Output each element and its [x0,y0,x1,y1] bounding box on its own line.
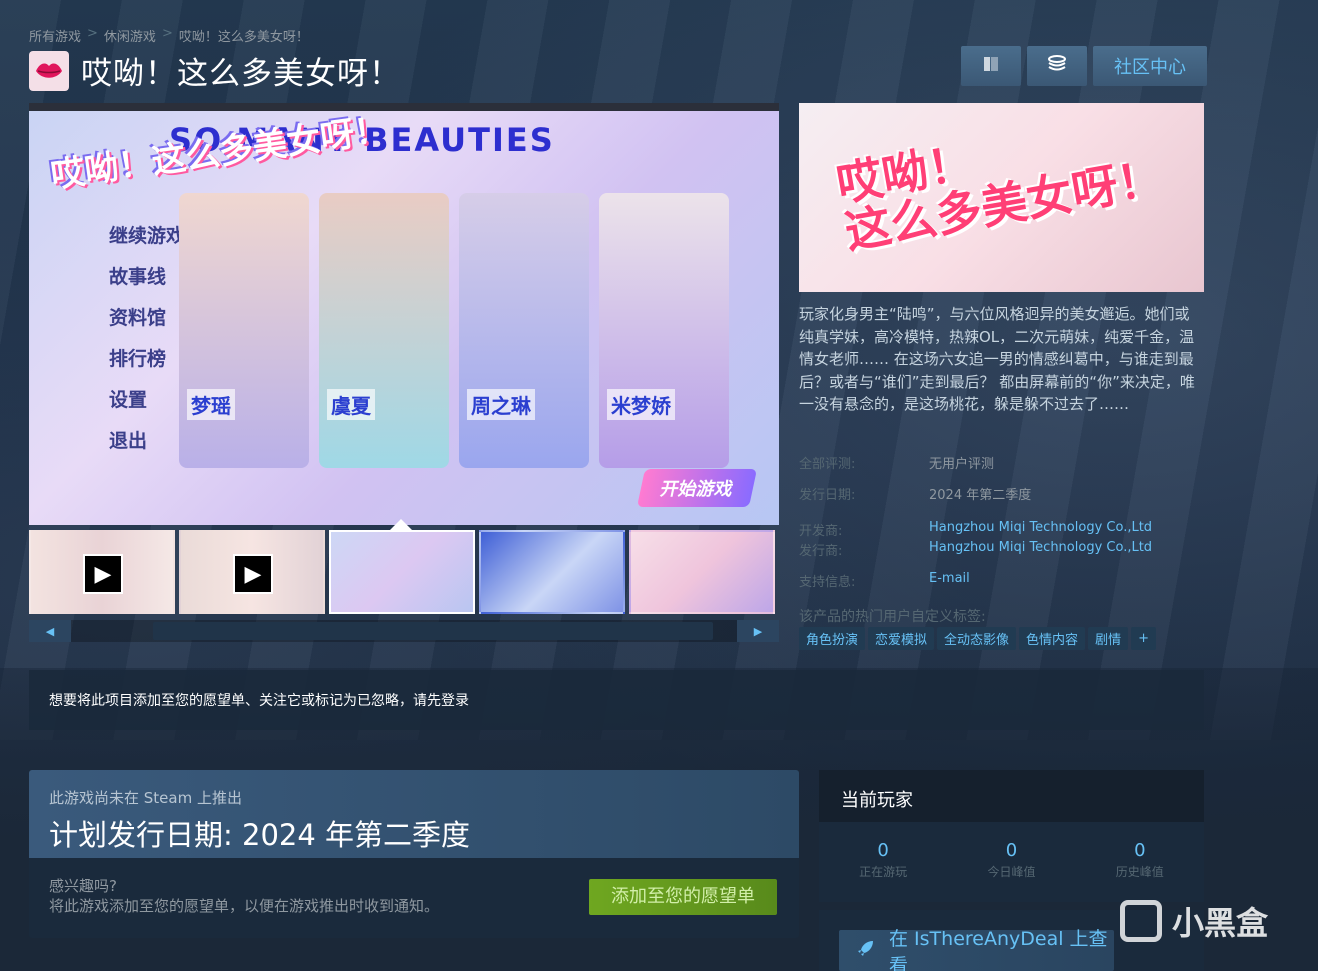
top-buttons: 社区中心 [961,46,1207,86]
screenshot-thumbnail[interactable] [629,530,775,614]
selected-thumbnail-indicator [390,519,412,530]
title-row: 哎呦！这么多美女呀！ [29,48,401,93]
tag-list: 角色扮演 恋爱模拟 全动态影像 色情内容 剧情 + [799,627,1156,650]
tags-title: 该产品的热门用户自定义标签: [799,609,986,625]
game-description: 玩家化身男主“陆鸣”，与六位风格迥异的美女邂逅。她们或纯真学妹，高冷模特，热辣O… [799,305,1195,413]
stat-value: 0 [1005,840,1018,861]
stat-label: 今日峰值 [987,865,1036,879]
header-capsule-image: 哎呦！ 这么多美女呀！ [799,103,1204,292]
add-tag-button[interactable]: + [1131,627,1156,650]
scrollbar-handle[interactable] [153,622,713,640]
screenshot-thumbnail[interactable] [479,530,625,614]
character-name: 梦瑶 [187,389,235,420]
breadcrumb-current[interactable]: 哎呦！这么多美女呀！ [179,26,309,45]
breadcrumb-casual[interactable]: 休闲游戏 [104,26,156,45]
play-icon: ▶ [233,554,273,594]
lips-icon [29,50,69,91]
isthereanydeal-button[interactable]: 在 IsThereAnyDeal 上查看 [839,928,1114,971]
tag-item[interactable]: 角色扮演 [799,627,866,650]
menu-continue: 继续游戏 [109,225,186,247]
character-name: 虞夏 [327,389,375,420]
stat-value: 0 [877,840,889,861]
itad-label: 在 IsThereAnyDeal 上查看 [889,927,1108,971]
planned-release-date: 计划发行日期: 2024 年第二季度 [49,818,471,852]
wishlist-section: 感兴趣吗? 将此游戏添加至您的愿望单，以便在游戏推出时收到通知。 添加至您的愿望… [29,858,799,938]
reviews-value: 无用户评测 [929,457,995,472]
play-icon: ▶ [83,554,123,594]
release-date-label: 发行日期: [799,488,856,503]
breadcrumb: 所有游戏 > 休闲游戏 > 哎呦！这么多美女呀！ [29,26,309,45]
stat-all-time-peak: 0 历史峰值 [1085,840,1195,880]
developer-label: 开发商: [799,524,843,539]
reviews-label: 全部评测: [799,457,856,472]
character-card: 虞夏 [319,193,449,468]
tag-item[interactable]: 色情内容 [1019,627,1086,650]
database-button[interactable] [1027,46,1087,86]
current-players-title: 当前玩家 [819,770,1204,822]
capsule-logo: 哎呦！ 这么多美女呀！ [833,106,1168,260]
menu-settings: 设置 [109,389,148,411]
character-name: 米梦娇 [607,389,675,420]
current-players-box: 当前玩家 0 正在游玩 0 今日峰值 0 历史峰值 [819,770,1204,902]
publisher-label: 发行商: [799,544,843,559]
release-date-value: 2024 年第二季度 [929,488,1032,503]
stat-label: 历史峰值 [1115,865,1164,879]
login-prompt-text: 想要将此项目添加至您的愿望单、关注它或标记为已忽略，请先 [49,693,441,709]
stat-playing: 0 正在游玩 [828,840,938,880]
watermark: 小黑盒 [1120,898,1268,944]
main-screenshot[interactable]: SO MANY BEAUTIES 哎呦！这么多美女呀！ 继续游戏 故事线 资料馆… [29,103,779,525]
stat-today-peak: 0 今日峰值 [956,840,1066,880]
thumbnail-strip: ▶ ▶ [29,530,775,614]
character-card: 周之琳 [459,193,589,468]
breadcrumb-separator: > [161,26,173,41]
stat-label: 正在游玩 [859,865,908,879]
login-prompt-bar: 想要将此项目添加至您的愿望单、关注它或标记为已忽略，请先 登录 [29,670,1204,730]
developer-link[interactable]: Hangzhou Miqi Technology Co.,Ltd [929,520,1152,535]
rocket-icon [857,939,875,962]
community-hub-button[interactable]: 社区中心 [1093,46,1207,86]
watermark-text: 小黑盒 [1172,904,1269,942]
screenshot-menu: 继续游戏 故事线 资料馆 排行榜 设置 退出 [109,221,185,453]
player-stats: 0 正在游玩 0 今日峰值 0 历史峰值 [819,822,1204,880]
video-thumbnail[interactable]: ▶ [179,530,325,614]
character-card: 米梦娇 [599,193,729,468]
tag-item[interactable]: 剧情 [1088,627,1129,650]
video-thumbnail[interactable]: ▶ [29,530,175,614]
coming-soon-box: 此游戏尚未在 Steam 上推出 计划发行日期: 2024 年第二季度 感兴趣吗… [29,770,799,938]
start-game-graphic: 开始游戏 [636,469,758,507]
thumbnail-scrollbar[interactable]: ◀ ▶ [29,620,779,642]
tag-item[interactable]: 恋爱模拟 [868,627,935,650]
menu-archive: 资料馆 [109,307,167,329]
guide-button[interactable] [961,46,1021,86]
book-icon [982,55,1000,78]
tag-item[interactable]: 全动态影像 [937,627,1017,650]
stack-icon [1047,54,1067,79]
publisher-link[interactable]: Hangzhou Miqi Technology Co.,Ltd [929,540,1152,555]
support-email-link[interactable]: E-mail [929,571,970,586]
scroll-left-button[interactable]: ◀ [29,620,71,642]
support-label: 支持信息: [799,575,856,590]
screenshot-window-bar [29,103,779,111]
heybox-logo-icon [1120,900,1162,942]
character-card: 梦瑶 [179,193,309,468]
coming-soon-header: 此游戏尚未在 Steam 上推出 计划发行日期: 2024 年第二季度 [29,770,799,858]
breadcrumb-all-games[interactable]: 所有游戏 [29,26,81,45]
screenshot-logo: 哎呦！这么多美女呀！ [48,109,391,197]
stat-value: 0 [1134,840,1146,861]
breadcrumb-separator: > [87,26,98,41]
menu-exit: 退出 [109,430,148,452]
scroll-right-button[interactable]: ▶ [737,620,779,642]
add-to-wishlist-button[interactable]: 添加至您的愿望单 [589,879,777,915]
screenshot-thumbnail[interactable] [329,530,475,614]
menu-rank: 排行榜 [109,348,167,370]
character-name: 周之琳 [467,389,535,420]
not-released-note: 此游戏尚未在 Steam 上推出 [49,789,242,807]
menu-storyline: 故事线 [109,266,167,288]
game-title: 哎呦！这么多美女呀！ [81,56,401,92]
login-link[interactable]: 登录 [441,690,469,710]
